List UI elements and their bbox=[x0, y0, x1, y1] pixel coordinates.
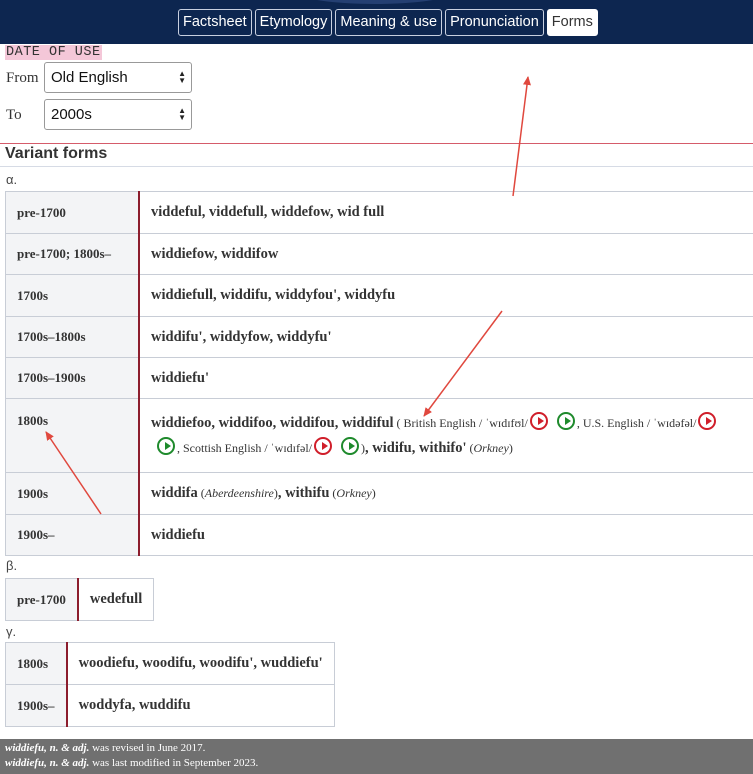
play-model-audio-icon[interactable] bbox=[556, 411, 575, 430]
heading-underline bbox=[0, 166, 753, 167]
forms-cell-with-pronunciations: widdiefoo, widdifoo, widdifou, widdiful … bbox=[138, 398, 753, 473]
from-label: From bbox=[6, 70, 39, 86]
forms-cell: widdiefull, widdifu, widdyfou', widdyfu bbox=[138, 274, 753, 317]
date-cell: pre-1700; 1800s– bbox=[5, 233, 140, 275]
region-note: Orkney bbox=[473, 440, 509, 455]
entry-name: widdiefu, n. & adj. bbox=[5, 742, 90, 754]
top-nav-bar: Factsheet Etymology Meaning & use Pronun… bbox=[0, 0, 753, 44]
table-row: 1900s– woddyfa, wuddifu bbox=[4, 684, 335, 727]
date-cell: 1900s– bbox=[4, 684, 68, 727]
entry-name: widdiefu, n. & adj. bbox=[5, 757, 90, 769]
to-select[interactable]: 2000s ▲ ▼ bbox=[44, 99, 192, 130]
forms-cell: widdiefu' bbox=[138, 357, 753, 399]
british-ipa: / ˈwɪdɪfʊl/ bbox=[475, 415, 528, 430]
tab-etymology[interactable]: Etymology bbox=[254, 9, 333, 36]
forms-cell: woddyfa, wuddifu bbox=[66, 684, 335, 727]
date-cell: 1900s– bbox=[5, 514, 140, 556]
date-cell: pre-1700 bbox=[5, 191, 140, 234]
region-note: Orkney bbox=[336, 486, 372, 500]
forms-cell: wedefull bbox=[77, 578, 155, 621]
select-arrows-icon: ▲ ▼ bbox=[178, 69, 186, 85]
table-row: 1800s widdiefoo, widdifoo, widdifou, wid… bbox=[5, 398, 753, 473]
date-cell: 1700s–1800s bbox=[5, 316, 140, 358]
date-of-use-title: DATE OF USE bbox=[5, 45, 102, 60]
forms-main: widdiefoo, widdifoo, widdifou, widdiful bbox=[151, 414, 394, 431]
table-row: pre-1700 wedefull bbox=[4, 578, 155, 621]
date-cell: 1900s bbox=[5, 472, 140, 515]
forms-cell: woodiefu, woodifu, woodifu', wuddiefu' bbox=[66, 642, 335, 685]
section-tabs: Factsheet Etymology Meaning & use Pronun… bbox=[178, 9, 598, 36]
forms-cell: widdifa (Aberdeenshire), withifu (Orkney… bbox=[138, 472, 753, 515]
separator: , bbox=[277, 485, 286, 501]
tab-pronunciation[interactable]: Pronunciation bbox=[445, 9, 544, 36]
british-english-label: British English bbox=[403, 415, 476, 430]
play-model-audio-icon[interactable] bbox=[341, 436, 359, 455]
forms-tail: , widifu, withifo' bbox=[365, 439, 467, 456]
note-open: ( bbox=[197, 486, 205, 500]
footer-line-modified: widdiefu, n. & adj. was last modified in… bbox=[5, 756, 258, 770]
play-model-audio-icon[interactable] bbox=[157, 436, 175, 455]
date-cell: pre-1700 bbox=[4, 578, 79, 621]
table-row: pre-1700; 1800s– widdiefow, widdifow bbox=[5, 233, 753, 275]
footer-text: was last modified in September 2023. bbox=[89, 757, 259, 769]
table-row: pre-1700 viddeful, viddefull, widdefow, … bbox=[5, 191, 753, 234]
note-close: ) bbox=[508, 440, 513, 455]
form-text: widdifa bbox=[151, 485, 198, 501]
paren-open: ( bbox=[393, 415, 404, 430]
gamma-group-label: γ. bbox=[6, 624, 17, 639]
us-ipa: / ˈwɪdəfəl/ bbox=[643, 415, 697, 430]
table-row: 1700s–1900s widdiefu' bbox=[5, 357, 753, 399]
tab-factsheet[interactable]: Factsheet bbox=[178, 9, 252, 36]
table-row: 1700s widdiefull, widdifu, widdyfou', wi… bbox=[5, 274, 753, 317]
beta-forms-table: pre-1700 wedefull bbox=[4, 578, 155, 621]
date-cell: 1800s bbox=[5, 398, 140, 473]
footer-line-revised: widdiefu, n. & adj. was revised in June … bbox=[5, 741, 205, 755]
date-cell: 1800s bbox=[4, 642, 68, 685]
play-audio-icon[interactable] bbox=[529, 411, 548, 430]
header-decoration bbox=[300, 0, 450, 4]
from-select-value: Old English bbox=[51, 69, 128, 86]
note-open: ( bbox=[466, 440, 474, 455]
table-row: 1900s widdifa (Aberdeenshire), withifu (… bbox=[5, 472, 753, 515]
forms-cell: widdiefow, widdifow bbox=[138, 233, 753, 275]
scottish-ipa: / ˈwɪdɪfəl/ bbox=[261, 440, 312, 455]
section-divider bbox=[0, 143, 753, 144]
forms-cell: widdifu', widdyfow, widdyfu' bbox=[138, 316, 753, 358]
play-audio-icon[interactable] bbox=[314, 436, 332, 455]
note-close: ) bbox=[371, 486, 376, 500]
variant-forms-heading: Variant forms bbox=[5, 145, 108, 162]
revision-footer: widdiefu, n. & adj. was revised in June … bbox=[0, 739, 753, 774]
alpha-group-label: α. bbox=[6, 172, 18, 187]
select-arrows-icon: ▲ ▼ bbox=[178, 106, 186, 122]
beta-group-label: β. bbox=[6, 558, 18, 573]
date-cell: 1700s bbox=[5, 274, 140, 317]
play-audio-icon[interactable] bbox=[698, 411, 717, 430]
us-english-label: , U.S. English bbox=[576, 415, 644, 430]
tab-meaning-and-use[interactable]: Meaning & use bbox=[335, 9, 443, 36]
forms-cell: viddeful, viddefull, widdefow, wid full bbox=[138, 191, 753, 234]
annotation-arrow bbox=[512, 76, 531, 197]
date-cell: 1700s–1900s bbox=[5, 357, 140, 399]
form-text: withifu bbox=[285, 485, 330, 501]
table-row: 1700s–1800s widdifu', widdyfow, widdyfu' bbox=[5, 316, 753, 358]
to-select-value: 2000s bbox=[51, 106, 92, 123]
table-row: 1900s– widdiefu bbox=[5, 514, 753, 556]
alpha-forms-table: pre-1700 viddeful, viddefull, widdefow, … bbox=[5, 191, 753, 556]
tab-forms[interactable]: Forms bbox=[546, 9, 598, 36]
from-select[interactable]: Old English ▲ ▼ bbox=[44, 62, 192, 93]
forms-cell: widdiefu bbox=[138, 514, 753, 556]
scottish-english-label: , Scottish English bbox=[177, 440, 262, 455]
table-row: 1800s woodiefu, woodifu, woodifu', wuddi… bbox=[4, 642, 335, 685]
region-note: Aberdeenshire bbox=[204, 486, 274, 500]
gamma-forms-table: 1800s woodiefu, woodifu, woodifu', wuddi… bbox=[4, 642, 335, 727]
footer-text: was revised in June 2017. bbox=[89, 742, 206, 754]
to-label: To bbox=[6, 107, 22, 123]
